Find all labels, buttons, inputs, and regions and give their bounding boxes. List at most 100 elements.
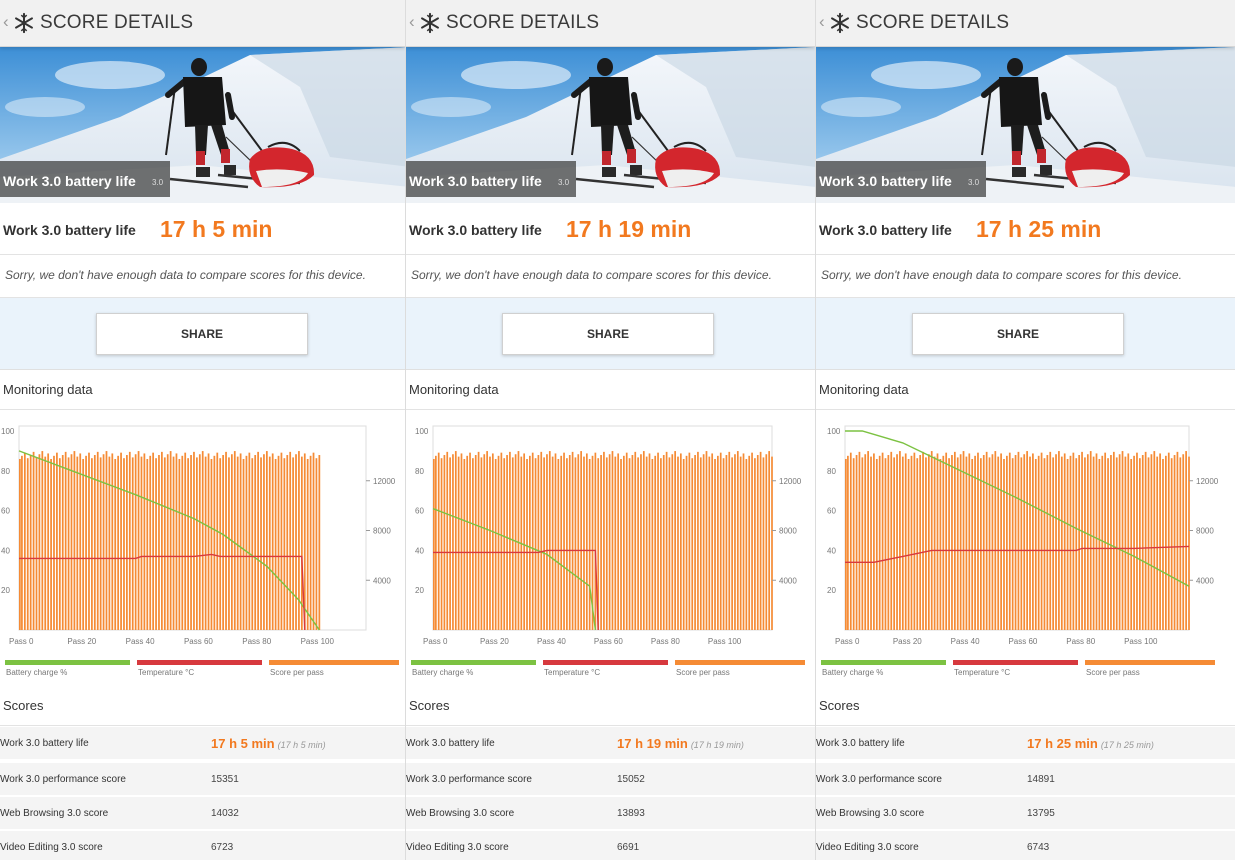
score-bar [277, 455, 280, 630]
score-bar [611, 451, 614, 630]
score-bar [945, 452, 948, 630]
x-tick-label: Pass 20 [893, 637, 922, 646]
legend-swatch [1085, 660, 1215, 665]
score-bar [563, 452, 565, 630]
legend-swatch [137, 660, 262, 665]
score-bar [956, 457, 959, 630]
score-bar [1121, 451, 1124, 630]
score-bar [554, 453, 557, 630]
score-value: 17 h 25 min (17 h 25 min) [1027, 736, 1154, 751]
scores-title: Scores [409, 698, 450, 713]
x-tick-label: Pass 60 [184, 637, 213, 646]
x-tick-label: Pass 0 [835, 637, 860, 646]
score-bar [933, 456, 936, 630]
score-bar [631, 455, 634, 630]
back-button[interactable]: ‹ [3, 12, 9, 32]
score-bar [222, 455, 224, 630]
result-value: 17 h 19 min [566, 216, 692, 242]
score-bar [500, 452, 503, 630]
score-bar [1112, 451, 1115, 630]
score-bar [298, 451, 300, 630]
score-bar [466, 455, 469, 630]
x-tick-label: Pass 60 [594, 637, 623, 646]
score-bar [1032, 453, 1034, 630]
score-name: Work 3.0 performance score [816, 774, 942, 785]
score-bar [568, 455, 571, 630]
monitoring-chart: 100 80 60 40 20 12000 8000 4000 Pass 0 Pass 20 Pas… [411, 425, 805, 677]
score-bar [654, 455, 657, 630]
score-bar [61, 455, 64, 630]
score-bar [491, 453, 494, 630]
share-button[interactable]: SHARE [912, 313, 1124, 355]
legend-swatch [5, 660, 130, 665]
score-panel: ‹ SCORE DETAILS Work 3.0 battery life 3.… [406, 0, 816, 860]
score-bar [134, 454, 137, 630]
score-bar [166, 454, 169, 630]
score-bar [23, 452, 26, 630]
score-bar [131, 457, 134, 630]
app-header: ‹ SCORE DETAILS [0, 0, 405, 47]
back-button[interactable]: ‹ [819, 12, 825, 32]
score-bar [873, 453, 875, 630]
score-bar [919, 455, 922, 630]
y2-tick-label: 8000 [1196, 527, 1214, 536]
score-bar [736, 451, 739, 630]
scores-title: Scores [819, 698, 860, 713]
score-bar [245, 455, 248, 630]
score-bar [768, 451, 771, 630]
score-bar [503, 458, 506, 630]
legend-label: Battery charge % [6, 668, 67, 677]
score-bar [489, 456, 491, 630]
score-bar [1026, 451, 1028, 630]
score-bar [617, 453, 620, 630]
score-bar [1188, 456, 1190, 630]
test-version: 3.0 [968, 178, 980, 187]
x-tick-label: Pass 40 [537, 637, 566, 646]
share-button[interactable]: SHARE [96, 313, 308, 355]
x-tick-label: Pass 80 [242, 637, 271, 646]
score-bar [523, 453, 526, 630]
score-bar [875, 458, 878, 630]
y-tick-label: 80 [827, 467, 836, 476]
score-bar [551, 456, 554, 630]
score-bar [146, 458, 149, 630]
score-bar [219, 458, 222, 630]
score-bar [904, 453, 907, 630]
score-bar [242, 458, 245, 630]
score-bar [731, 457, 733, 630]
score-bar [274, 458, 277, 630]
result-row: Work 3.0 battery life 17 h 5 min [0, 203, 405, 255]
score-bar [1156, 456, 1159, 630]
score-bar [99, 457, 102, 630]
score-row: Work 3.0 performance score 15052 [406, 763, 815, 797]
y-tick-label: 40 [1, 546, 10, 555]
score-bar [939, 458, 942, 630]
score-bar [184, 452, 187, 630]
test-name: Work 3.0 battery life [819, 173, 952, 189]
y-tick-label: 20 [415, 586, 424, 595]
score-row: Video Editing 3.0 score 6743 [816, 831, 1235, 860]
score-bar [642, 451, 645, 630]
score-bar [899, 451, 901, 630]
score-bar [155, 458, 157, 630]
score-bar [486, 451, 488, 630]
score-bar [292, 457, 294, 630]
score-name: Work 3.0 battery life [816, 738, 905, 749]
score-bar [896, 454, 898, 630]
monitoring-title: Monitoring data [3, 382, 93, 397]
score-bar [1101, 455, 1104, 630]
score-bar [1003, 458, 1005, 630]
score-row: Video Editing 3.0 score 6691 [406, 831, 815, 860]
x-tick-label: Pass 40 [951, 637, 980, 646]
score-bar [280, 452, 283, 630]
score-bar [719, 452, 722, 630]
share-button[interactable]: SHARE [502, 313, 714, 355]
share-section: SHARE [816, 298, 1235, 370]
back-button[interactable]: ‹ [409, 12, 415, 32]
score-bar [21, 455, 23, 630]
score-bar [463, 458, 466, 630]
result-label: Work 3.0 battery life [3, 222, 136, 238]
legend-label: Temperature °C [138, 668, 194, 677]
hero-banner: Work 3.0 battery life 3.0 [406, 47, 815, 203]
score-bar [161, 451, 163, 630]
